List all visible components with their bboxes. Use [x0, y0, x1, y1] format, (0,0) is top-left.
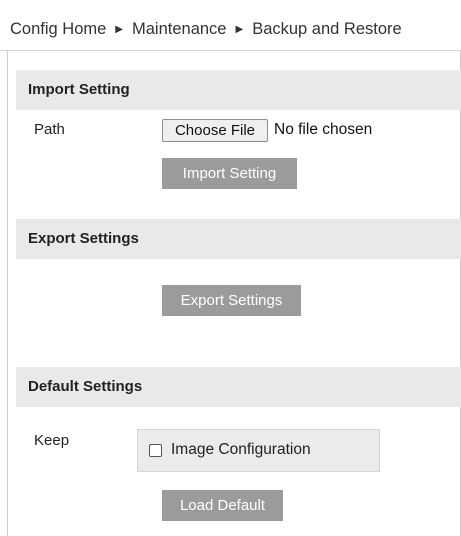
load-default-button[interactable]: Load Default [162, 490, 283, 521]
breadcrumb-maintenance[interactable]: Maintenance [132, 20, 226, 39]
breadcrumb-config-home[interactable]: Config Home [10, 20, 106, 39]
breadcrumb: Config Home ▶ Maintenance ▶ Backup and R… [10, 20, 402, 39]
header-divider [0, 50, 461, 51]
breadcrumb-separator-icon: ▶ [235, 24, 244, 35]
keep-options-box: Image Configuration [137, 429, 380, 472]
choose-file-button[interactable]: Choose File [162, 119, 268, 142]
breadcrumb-separator-icon: ▶ [115, 24, 123, 35]
panel-left-border [7, 51, 8, 536]
keep-label: Keep [34, 432, 70, 449]
image-configuration-label[interactable]: Image Configuration [171, 441, 311, 459]
default-settings-header: Default Settings [16, 367, 461, 407]
image-configuration-checkbox[interactable] [149, 444, 162, 457]
file-status-text: No file chosen [274, 121, 373, 138]
export-settings-button[interactable]: Export Settings [162, 285, 301, 316]
breadcrumb-backup-restore: Backup and Restore [252, 20, 402, 38]
import-setting-button[interactable]: Import Setting [162, 158, 297, 189]
path-label: Path [34, 121, 65, 138]
import-setting-header: Import Setting [16, 70, 461, 110]
export-settings-header: Export Settings [16, 219, 461, 259]
